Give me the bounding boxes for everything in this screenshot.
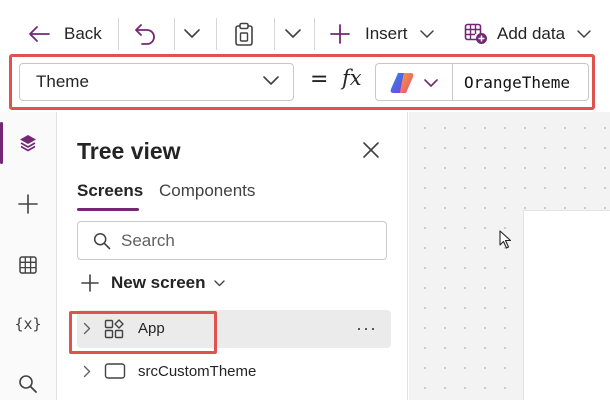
paste-button[interactable]	[234, 14, 254, 54]
add-data-label: Add data	[497, 24, 566, 43]
chevron-down-icon	[577, 29, 591, 38]
chevron-down-icon	[213, 279, 225, 286]
active-indicator	[0, 122, 3, 164]
plus-icon	[81, 274, 99, 292]
tree-view-title: Tree view	[77, 138, 181, 164]
tree-item-label: srcCustomTheme	[138, 363, 257, 380]
toolbar-divider	[174, 18, 175, 50]
more-options-icon[interactable]: ···	[356, 318, 377, 339]
toolbar-divider	[216, 18, 217, 50]
tab-components[interactable]: Components	[159, 181, 255, 201]
rail-search-button[interactable]	[14, 370, 42, 398]
chevron-down-icon	[419, 29, 434, 38]
toolbar-divider	[274, 18, 275, 50]
mouse-cursor-icon	[499, 230, 512, 249]
plus-icon	[18, 194, 38, 214]
chevron-right-icon[interactable]	[83, 365, 91, 378]
clipboard-icon	[235, 22, 253, 46]
formula-bar: Theme = fx OrangeTheme	[9, 54, 595, 110]
fx-icon: fx	[342, 66, 362, 90]
tree-item-srccustomtheme[interactable]: srcCustomTheme	[77, 353, 391, 391]
rail-tree-view-button[interactable]	[14, 129, 42, 157]
chevron-down-icon	[285, 29, 301, 38]
back-arrow-icon	[29, 26, 50, 42]
table-add-icon	[464, 23, 487, 44]
paste-dropdown-button[interactable]	[285, 14, 301, 54]
equals-sign: =	[310, 67, 329, 92]
copilot-icon	[390, 73, 414, 93]
close-button[interactable]	[361, 140, 383, 162]
add-data-button[interactable]: Add data	[464, 14, 591, 54]
new-screen-label: New screen	[111, 273, 206, 292]
new-screen-button[interactable]: New screen	[81, 270, 225, 296]
back-button[interactable]: Back	[28, 14, 102, 54]
table-icon	[19, 256, 37, 274]
undo-button[interactable]	[133, 14, 157, 54]
formula-input[interactable]: OrangeTheme	[452, 63, 589, 101]
property-dropdown[interactable]: Theme	[19, 63, 294, 101]
close-icon	[363, 142, 379, 158]
chevron-down-icon	[424, 79, 438, 87]
insert-label: Insert	[365, 24, 408, 43]
undo-icon	[135, 24, 155, 45]
search-input[interactable]: Search	[77, 221, 387, 260]
toolbar-divider	[118, 18, 119, 50]
rail-insert-button[interactable]	[14, 190, 42, 218]
screen-icon	[104, 363, 126, 379]
tab-screens[interactable]: Screens	[77, 181, 143, 201]
insert-button[interactable]: Insert	[330, 14, 434, 54]
command-bar: Back Insert Add data	[0, 0, 610, 58]
toolbar-divider	[314, 18, 315, 50]
search-icon	[19, 375, 37, 393]
left-rail: {x}	[0, 112, 57, 400]
back-label: Back	[64, 24, 102, 43]
rail-data-button[interactable]	[14, 251, 42, 279]
search-icon	[93, 232, 111, 250]
tab-active-underline	[77, 208, 139, 211]
tree-view-panel: Tree view Screens Components Search New …	[57, 112, 408, 400]
layers-icon	[20, 135, 36, 152]
app-row-highlight	[69, 311, 217, 354]
copilot-button[interactable]	[375, 63, 452, 101]
search-placeholder: Search	[121, 230, 175, 250]
chevron-down-icon	[263, 76, 279, 85]
undo-dropdown-button[interactable]	[184, 14, 200, 54]
chevron-down-icon	[184, 29, 200, 38]
variables-icon[interactable]: {x}	[14, 310, 42, 338]
design-canvas[interactable]	[409, 112, 610, 400]
property-value: Theme	[36, 72, 89, 91]
plus-icon	[330, 24, 350, 44]
canvas-screen[interactable]	[523, 210, 610, 400]
